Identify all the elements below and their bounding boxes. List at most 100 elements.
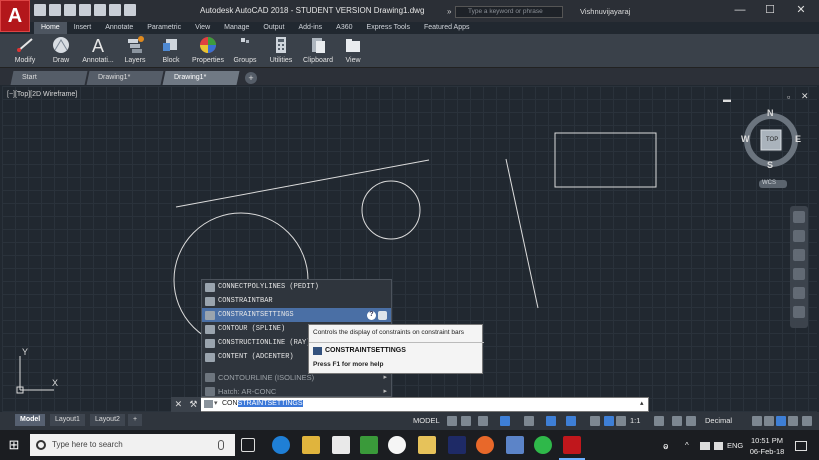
tray-overflow-icon[interactable]: ^ xyxy=(685,441,689,450)
autocomplete-item[interactable]: CONNECTPOLYLINES (PEDIT) xyxy=(202,280,391,294)
item-label: CONNECTPOLYLINES (PEDIT) xyxy=(218,283,319,291)
clock-date[interactable]: 06-Feb-18 xyxy=(746,447,788,456)
tab-layout2[interactable]: Layout2 xyxy=(90,414,125,426)
isolate-objects-icon[interactable] xyxy=(776,416,786,426)
wcs-label: WCS xyxy=(762,180,776,186)
command-icon xyxy=(205,338,215,348)
microphone-icon[interactable] xyxy=(218,440,224,450)
expand-arrow-icon[interactable]: ▸ xyxy=(383,373,387,381)
item-label: CONTENT (ADCENTER) xyxy=(218,353,294,361)
annotation-scale[interactable]: 1:1 xyxy=(630,416,640,425)
pan-icon[interactable] xyxy=(793,230,805,242)
firefox-icon[interactable] xyxy=(476,436,494,454)
isodraft-icon[interactable] xyxy=(524,416,534,426)
customize-wrench-icon[interactable]: ⚒ xyxy=(189,399,197,410)
taskbar-search-input[interactable]: Type here to search xyxy=(30,434,235,456)
close-command-icon[interactable]: ✕ xyxy=(175,399,183,410)
app-icon-blue[interactable] xyxy=(506,436,524,454)
command-line-controls: ✕ ⚒ xyxy=(171,397,201,412)
ucs-y-label: Y xyxy=(22,347,29,357)
autocad-taskbar-icon[interactable] xyxy=(559,436,585,460)
hatch-icon xyxy=(205,386,215,396)
expand-arrow-icon[interactable]: ▸ xyxy=(383,387,387,395)
snap-icon[interactable] xyxy=(461,416,471,426)
recent-dropdown-icon[interactable]: ▾ xyxy=(214,399,218,407)
task-view-icon[interactable] xyxy=(241,438,255,452)
media-player-icon[interactable] xyxy=(418,436,436,454)
tooltip-help-hint: Press F1 for more help xyxy=(313,361,384,368)
zoom-extents-icon[interactable] xyxy=(793,249,805,261)
file-explorer-icon[interactable] xyxy=(302,436,320,454)
chrome-icon[interactable] xyxy=(388,436,406,454)
people-icon[interactable]: ⱺ xyxy=(663,441,669,452)
app-icon-round-green[interactable] xyxy=(534,436,552,454)
item-label: CONSTRAINTSETTINGS xyxy=(218,311,294,319)
object-snap-icon[interactable] xyxy=(566,416,576,426)
line-1[interactable] xyxy=(175,159,430,208)
showmotion-icon[interactable] xyxy=(793,287,805,299)
autocomplete-item-hatch[interactable]: Hatch: AR-CONC ▸ xyxy=(202,384,391,398)
compass-south[interactable]: S xyxy=(767,160,773,170)
tab-layout1[interactable]: Layout1 xyxy=(50,414,85,426)
model-space-toggle[interactable]: MODEL xyxy=(413,416,440,425)
notifications-icon[interactable] xyxy=(795,441,807,451)
ortho-icon[interactable] xyxy=(478,416,488,426)
transparency-icon[interactable] xyxy=(604,416,614,426)
nav-customize-icon[interactable] xyxy=(793,306,805,318)
command-input[interactable]: CONSTRAINTSETTINGS xyxy=(222,400,303,407)
annotation-visibility-icon[interactable] xyxy=(616,416,626,426)
help-icon[interactable]: ? xyxy=(367,310,376,320)
polar-tracking-icon[interactable] xyxy=(500,416,510,426)
compass-east[interactable]: E xyxy=(795,134,801,144)
premiere-icon[interactable] xyxy=(448,436,466,454)
workspace-gear-icon[interactable] xyxy=(654,416,664,426)
typed-text: CON xyxy=(222,400,238,407)
viewport-restore[interactable]: ▫ xyxy=(787,92,790,102)
viewport-close[interactable]: ✕ xyxy=(801,91,809,102)
store-icon[interactable] xyxy=(332,436,350,454)
edge-browser-icon[interactable] xyxy=(272,436,290,454)
viewport-minimize[interactable]: ▬ xyxy=(723,95,731,104)
autocomplete-item-selected[interactable]: CONSTRAINTSETTINGS? xyxy=(202,308,391,322)
volume-icon[interactable] xyxy=(714,442,723,450)
command-tooltip: Controls the display of constraints on c… xyxy=(308,324,484,374)
line-2[interactable] xyxy=(505,158,539,309)
item-label: CONSTRUCTIONLINE (RAY) xyxy=(218,339,311,347)
item-label: CONTOUR (SPLINE) xyxy=(218,325,286,333)
annotation-monitor-icon[interactable] xyxy=(672,416,682,426)
item-label: Hatch: AR-CONC xyxy=(218,386,277,396)
customize-statusbar-icon[interactable] xyxy=(802,416,812,426)
rectangle[interactable] xyxy=(554,132,657,188)
search-web-icon[interactable] xyxy=(378,310,387,320)
language-indicator[interactable]: ENG xyxy=(727,441,743,450)
search-icon xyxy=(36,440,46,450)
orbit-icon[interactable] xyxy=(793,268,805,280)
tab-model[interactable]: Model xyxy=(15,414,46,426)
quick-properties-icon[interactable] xyxy=(752,416,762,426)
units-icon[interactable] xyxy=(686,416,696,426)
object-snap-tracking-icon[interactable] xyxy=(546,416,556,426)
grid-icon[interactable] xyxy=(447,416,457,426)
command-icon xyxy=(205,296,215,306)
network-icon[interactable] xyxy=(700,442,710,450)
autocomplete-item[interactable]: CONSTRAINTBAR xyxy=(202,294,391,308)
ucs-x-label: X xyxy=(52,378,59,388)
autocomplete-suggestion: STRAINTSETTINGS xyxy=(237,400,303,407)
app-icon-green[interactable] xyxy=(360,436,378,454)
command-icon xyxy=(205,324,215,334)
constraint-settings-icon xyxy=(313,347,322,355)
tooltip-description: Controls the display of constraints on c… xyxy=(313,329,465,336)
steering-wheel-icon[interactable] xyxy=(793,211,805,223)
lineweight-icon[interactable] xyxy=(590,416,600,426)
add-layout-button[interactable]: + xyxy=(128,414,143,426)
small-circle[interactable] xyxy=(361,180,421,240)
recent-commands-icon[interactable] xyxy=(204,400,213,408)
command-history-icon[interactable]: ▴ xyxy=(640,399,644,407)
clock-time[interactable]: 10:51 PM xyxy=(746,436,788,445)
lock-ui-icon[interactable] xyxy=(764,416,774,426)
windows-start-button[interactable]: ⊞ xyxy=(0,430,28,460)
units-dropdown[interactable]: Decimal xyxy=(705,416,732,425)
hardware-acceleration-icon[interactable] xyxy=(788,416,798,426)
compass-west[interactable]: W xyxy=(741,134,750,144)
compass-north[interactable]: N xyxy=(767,108,774,118)
